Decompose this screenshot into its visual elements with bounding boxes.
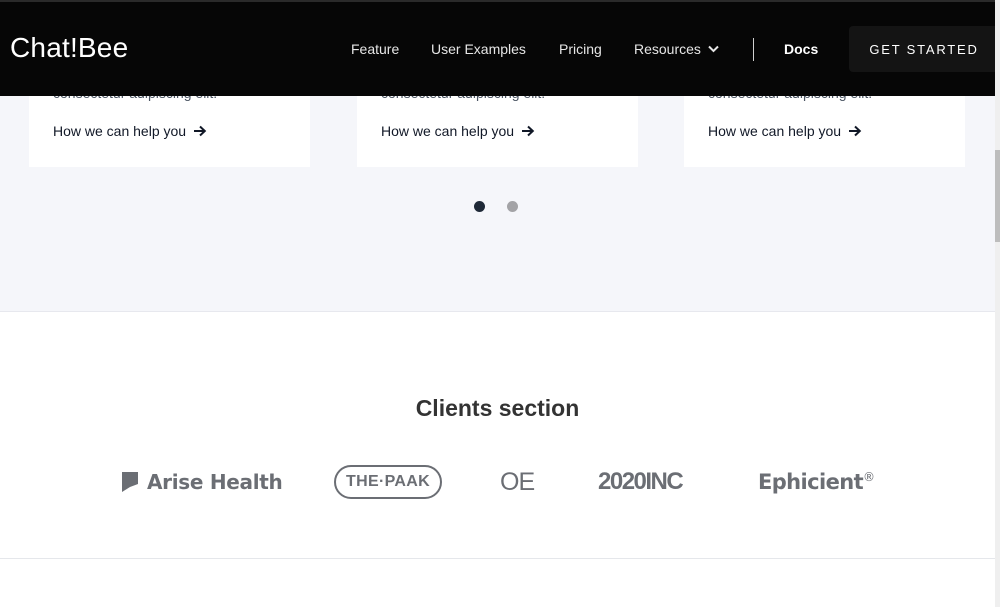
client-logo-the-paak: THE·PAAK [334, 465, 442, 499]
card-help-link[interactable]: How we can help you [381, 123, 535, 139]
nav-feature[interactable]: Feature [351, 41, 399, 57]
client-logo-oe: OE [500, 460, 535, 504]
client-logo-ephicient: Ephicient ® [758, 460, 875, 504]
section-title: Clients section [415, 395, 580, 421]
client-logo-2020inc: 2020INC [598, 460, 684, 504]
client-name: OE [500, 467, 535, 496]
nav-docs[interactable]: Docs [784, 41, 818, 57]
client-name: Ephicient [758, 470, 864, 494]
client-name: Arise Health [147, 470, 283, 494]
site-logo[interactable]: Chat!Bee [10, 32, 128, 64]
nav-resources-label: Resources [634, 41, 701, 57]
arrow-right-icon [522, 125, 535, 137]
card-help-link[interactable]: How we can help you [708, 123, 862, 139]
nav-pricing[interactable]: Pricing [559, 41, 602, 57]
card-help-link[interactable]: How we can help you [53, 123, 207, 139]
arrow-right-icon [849, 125, 862, 137]
client-logos: Arise Health THE·PAAK OE 2020INC Ephicie… [0, 460, 995, 504]
card-link-label: How we can help you [708, 123, 842, 139]
page-scrollbar[interactable] [995, 0, 1000, 607]
client-logo-arise-health: Arise Health [121, 460, 283, 504]
carousel-pagination [474, 200, 518, 212]
scrollbar-thumb[interactable] [995, 150, 1000, 242]
arrow-right-icon [194, 125, 207, 137]
chevron-down-icon [708, 45, 719, 53]
nav-divider [753, 38, 754, 61]
nav-user-examples[interactable]: User Examples [431, 41, 526, 57]
carousel-dot-1[interactable] [474, 201, 485, 212]
carousel-dot-2[interactable] [507, 201, 518, 212]
nav-resources-dropdown[interactable]: Resources [634, 41, 719, 57]
site-header: Chat!Bee Feature User Examples Pricing R… [0, 0, 999, 96]
card-link-label: How we can help you [381, 123, 515, 139]
card-link-label: How we can help you [53, 123, 187, 139]
client-name: THE·PAAK [346, 473, 430, 490]
get-started-button[interactable]: GET STARTED [849, 26, 999, 72]
client-name: 2020INC [598, 468, 684, 495]
flag-icon [122, 472, 138, 492]
section-divider [0, 558, 995, 559]
registered-mark: ® [863, 470, 875, 484]
